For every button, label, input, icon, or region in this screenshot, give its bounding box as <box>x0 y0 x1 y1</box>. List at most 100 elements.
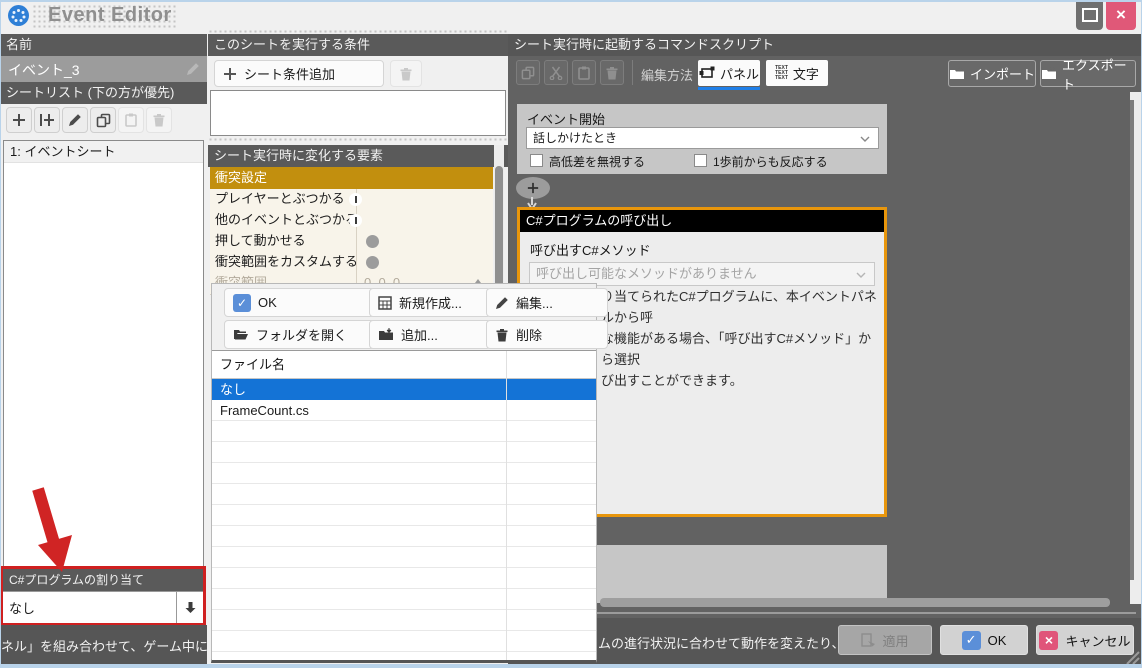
bottom-bar: ムの進行状況に合わせて動作を変えたり、並 適用 ✓ OK × キャンセル <box>508 618 1142 668</box>
react-one-step-checkbox[interactable] <box>694 154 707 167</box>
delete-sheet-button[interactable] <box>146 107 172 133</box>
arrow-down-icon <box>184 601 197 614</box>
import-label: インポート <box>970 64 1035 83</box>
dialog-delete-button[interactable]: 削除 <box>486 320 608 349</box>
paste-sheet-button[interactable] <box>118 107 144 133</box>
copy-icon <box>96 113 111 128</box>
splitter-middle[interactable] <box>208 137 508 142</box>
file-row-empty <box>212 589 596 610</box>
delete-condition-button[interactable] <box>390 60 422 87</box>
react-one-step-label: 1歩前からも反応する <box>713 153 828 170</box>
maximize-icon <box>1082 8 1098 22</box>
name-header: 名前 <box>0 34 207 56</box>
sheet-list-item[interactable]: 1: イベントシート <box>4 141 203 163</box>
file-row[interactable]: FrameCount.cs <box>212 400 596 421</box>
collision-settings-header: 衝突設定 <box>210 167 493 189</box>
file-row-empty <box>212 421 596 442</box>
trash-icon <box>152 113 166 127</box>
new-file-grid-icon <box>378 296 392 310</box>
elements-header: シート実行時に変化する要素 <box>208 145 508 167</box>
edit-sheet-button[interactable] <box>62 107 88 133</box>
left-bottom-text: ネル」を組み合わせて、ゲーム中に実行 <box>1 636 207 655</box>
window-border-top <box>0 0 1142 2</box>
panel-icon <box>699 66 715 80</box>
copy-command-button[interactable] <box>516 60 540 85</box>
import-button[interactable]: インポート <box>948 60 1036 87</box>
trash-icon <box>399 67 413 81</box>
copy-icon <box>521 66 535 80</box>
export-label: エクスポート <box>1062 55 1135 93</box>
file-row-empty <box>212 463 596 484</box>
close-icon: × <box>1116 5 1126 25</box>
rename-pencil-icon[interactable] <box>186 62 200 76</box>
file-row[interactable]: なし <box>212 379 596 400</box>
app-icon <box>8 5 29 26</box>
close-button[interactable]: × <box>1106 0 1136 30</box>
setting-row: 衝突範囲をカスタムする <box>210 252 493 274</box>
trigger-dropdown[interactable]: 話しかけたとき <box>526 127 879 149</box>
sheet-list-item-label: 1: イベントシート <box>10 144 115 159</box>
csharp-assign-dropdown[interactable]: なし <box>3 591 203 623</box>
method-placeholder: 呼び出し可能なメソッドがありません <box>536 266 757 281</box>
file-row-empty <box>212 442 596 463</box>
window-title: Event Editor <box>48 4 172 27</box>
csharp-file-dialog: ✓ OK 新規作成... 編集... フォルダを開く 追加... 削除 ファイル… <box>211 283 597 663</box>
trash-icon <box>605 66 619 80</box>
file-row-empty <box>212 505 596 526</box>
csharp-call-title: C#プログラムの呼び出し <box>520 210 884 232</box>
paste-command-button[interactable] <box>572 60 596 85</box>
tab-panel-underline <box>698 87 760 90</box>
file-row-empty <box>212 568 596 589</box>
left-bottom-bar: ネル」を組み合わせて、ゲーム中に実行 <box>0 625 207 665</box>
dropdown-arrow-button[interactable] <box>176 592 203 623</box>
event-start-block: イベント開始 話しかけたとき 高低差を無視する 1歩前からも反応する <box>517 104 887 174</box>
pencil-icon <box>68 113 82 127</box>
folder-import-icon <box>949 67 965 80</box>
add-sheet-button[interactable] <box>6 107 32 133</box>
check-icon: ✓ <box>962 631 981 650</box>
setting-row: プレイヤーとぶつかる <box>210 189 493 211</box>
file-table: ファイル名 なし FrameCount.cs <box>212 350 596 660</box>
maximize-button[interactable] <box>1076 0 1103 30</box>
folder-export-icon <box>1041 67 1057 80</box>
export-button[interactable]: エクスポート <box>1040 60 1136 87</box>
edit-method-label: 編集方法 <box>641 65 693 84</box>
dialog-ok-button[interactable]: ✓ OK <box>224 288 375 317</box>
file-row-empty <box>212 631 596 652</box>
cancel-button[interactable]: × キャンセル <box>1036 625 1134 655</box>
csharp-assign-box: C#プログラムの割り当て なし <box>0 566 206 625</box>
condition-list-box <box>210 90 506 136</box>
dialog-add-button[interactable]: 追加... <box>369 320 491 349</box>
ignore-height-checkbox[interactable] <box>530 154 543 167</box>
resize-grip[interactable] <box>1124 650 1140 665</box>
file-row-empty <box>212 526 596 547</box>
file-row-empty <box>212 484 596 505</box>
setting-label: プレイヤーとぶつかる <box>215 189 345 209</box>
folder-open-icon <box>233 328 249 341</box>
tab-panel-label: パネル <box>720 64 759 83</box>
cut-command-button[interactable] <box>544 60 568 85</box>
right-hscroll-thumb[interactable] <box>600 598 1110 607</box>
right-vscroll-thumb[interactable] <box>1130 100 1134 580</box>
add-condition-button[interactable]: シート条件追加 <box>214 60 384 87</box>
condition-header: このシートを実行する条件 <box>208 34 508 56</box>
event-name-row[interactable]: イベント_3 <box>0 56 207 82</box>
paste-icon <box>124 113 138 127</box>
apply-button[interactable]: 適用 <box>838 625 932 655</box>
event-name: イベント_3 <box>8 60 80 80</box>
dialog-new-button[interactable]: 新規作成... <box>369 288 491 317</box>
tab-panel[interactable]: パネル <box>698 60 760 86</box>
window-border-left <box>0 0 1 668</box>
sheet-list-header: シートリスト (下の方が優先) <box>0 82 207 104</box>
tab-text[interactable]: TEXT TEXT TEXT 文字 <box>766 60 828 86</box>
dialog-open-folder-button[interactable]: フォルダを開く <box>224 320 375 349</box>
x-icon: × <box>1039 631 1058 650</box>
delete-command-button[interactable] <box>600 60 624 85</box>
csharp-assign-value: なし <box>9 598 35 617</box>
trigger-value: 話しかけたとき <box>533 131 617 145</box>
ok-button[interactable]: ✓ OK <box>940 625 1028 655</box>
insert-sheet-button[interactable] <box>34 107 60 133</box>
duplicate-sheet-button[interactable] <box>90 107 116 133</box>
dialog-edit-button[interactable]: 編集... <box>486 288 608 317</box>
setting-row: 他のイベントとぶつかる <box>210 210 493 232</box>
